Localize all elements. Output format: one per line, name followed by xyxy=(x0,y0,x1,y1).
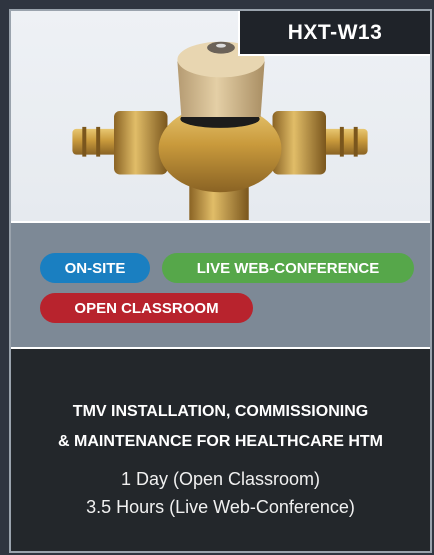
course-title[interactable]: TMV INSTALLATION, COMMISSIONING & MAINTE… xyxy=(11,397,430,457)
course-code-badge: HXT-W13 xyxy=(238,11,430,56)
course-card[interactable]: HXT-W13 ON-SITE LIVE WEB-CONFERENCE OPEN… xyxy=(9,9,432,553)
tag-open-classroom[interactable]: OPEN CLASSROOM xyxy=(40,293,253,323)
course-image: HXT-W13 xyxy=(11,11,430,221)
delivery-tags: ON-SITE LIVE WEB-CONFERENCE OPEN CLASSRO… xyxy=(11,221,430,349)
course-info: TMV INSTALLATION, COMMISSIONING & MAINTE… xyxy=(11,349,430,553)
tag-on-site[interactable]: ON-SITE xyxy=(40,253,150,283)
tag-live-web-conference[interactable]: LIVE WEB-CONFERENCE xyxy=(162,253,414,283)
course-title-line-2: & MAINTENANCE FOR HEALTHCARE HTM xyxy=(57,433,383,450)
course-title-line-1: TMV INSTALLATION, COMMISSIONING xyxy=(72,403,369,420)
duration-classroom: 1 Day (Open Classroom) xyxy=(120,469,321,489)
duration-web-conference: 3.5 Hours (Live Web-Conference) xyxy=(86,497,355,517)
